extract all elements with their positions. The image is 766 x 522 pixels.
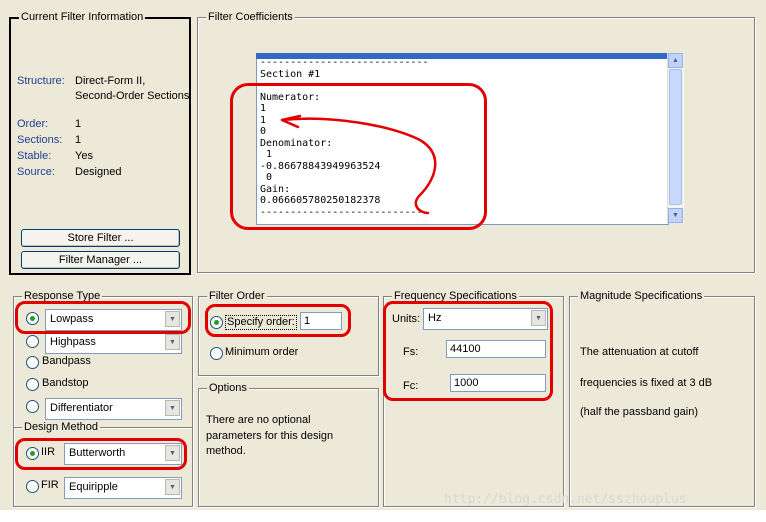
structure-value-line1: Direct-Form II, xyxy=(75,75,146,87)
watermark-text: http://blog.csdn.net/sszhouplus xyxy=(444,492,687,507)
source-label: Source: xyxy=(17,166,55,178)
scroll-up-icon[interactable]: ▲ xyxy=(668,53,683,68)
highpass-radio[interactable] xyxy=(26,335,39,348)
fir-dropdown[interactable]: Equiripple ▼ xyxy=(64,477,182,499)
magnitude-specs-legend: Magnitude Specifications xyxy=(578,289,705,303)
fir-label[interactable]: FIR xyxy=(41,479,59,492)
annotation-iir-box xyxy=(15,438,187,470)
magnitude-text-line2: frequencies is fixed at 3 dB xyxy=(580,377,713,389)
source-value: Designed xyxy=(75,166,122,178)
annotation-specify-order-box xyxy=(205,304,351,337)
sections-label: Sections: xyxy=(17,134,63,146)
fir-dropdown-value: Equiripple xyxy=(69,481,118,493)
coefficients-selection-highlight xyxy=(256,53,667,59)
dropdown-arrow-icon[interactable]: ▼ xyxy=(165,334,180,350)
dropdown-arrow-icon[interactable]: ▼ xyxy=(165,479,180,495)
design-method-legend: Design Method xyxy=(22,420,100,434)
magnitude-text-line1: The attenuation at cutoff xyxy=(580,346,699,358)
differentiator-dropdown-value: Differentiator xyxy=(50,402,113,414)
bandpass-label[interactable]: Bandpass xyxy=(42,355,91,368)
store-filter-button[interactable]: Store Filter ... xyxy=(21,229,180,247)
bandpass-radio[interactable] xyxy=(26,356,39,369)
current-filter-legend: Current Filter Information xyxy=(19,10,146,24)
fir-radio[interactable] xyxy=(26,480,39,493)
options-text-line2: parameters for this design xyxy=(206,430,334,442)
minimum-order-radio[interactable] xyxy=(210,347,223,360)
differentiator-dropdown[interactable]: Differentiator ▼ xyxy=(45,398,182,420)
order-value: 1 xyxy=(75,118,82,130)
highpass-dropdown[interactable]: Highpass ▼ xyxy=(45,332,182,354)
options-text-line1: There are no optional xyxy=(206,414,311,426)
annotation-lowpass-box xyxy=(15,301,191,334)
differentiator-radio[interactable] xyxy=(26,400,39,413)
options-text-line3: method. xyxy=(206,445,246,457)
filter-coefficients-legend: Filter Coefficients xyxy=(206,10,295,24)
filter-order-legend: Filter Order xyxy=(207,289,267,303)
stable-value: Yes xyxy=(75,150,93,162)
hand-drawn-arrow-annotation xyxy=(280,114,437,215)
filter-manager-button[interactable]: Filter Manager ... xyxy=(21,251,180,269)
structure-label: Structure: xyxy=(17,75,65,87)
bandstop-label[interactable]: Bandstop xyxy=(42,377,88,390)
coefficients-scrollbar[interactable]: ▲ ▼ xyxy=(667,53,684,223)
highpass-dropdown-value: Highpass xyxy=(50,336,96,348)
annotation-frequency-box xyxy=(383,301,553,401)
magnitude-specs-group: Magnitude Specifications xyxy=(569,289,755,507)
scroll-thumb[interactable] xyxy=(669,69,682,205)
minimum-order-label[interactable]: Minimum order xyxy=(225,346,298,359)
magnitude-text-line3: (half the passband gain) xyxy=(580,406,699,418)
stable-label: Stable: xyxy=(17,150,52,162)
dropdown-arrow-icon[interactable]: ▼ xyxy=(165,400,180,416)
bandstop-radio[interactable] xyxy=(26,378,39,391)
options-legend: Options xyxy=(207,381,249,395)
scroll-down-icon[interactable]: ▼ xyxy=(668,208,683,223)
structure-value-line2: Second-Order Sections xyxy=(75,90,190,102)
order-label: Order: xyxy=(17,118,49,130)
sections-value: 1 xyxy=(75,134,82,146)
